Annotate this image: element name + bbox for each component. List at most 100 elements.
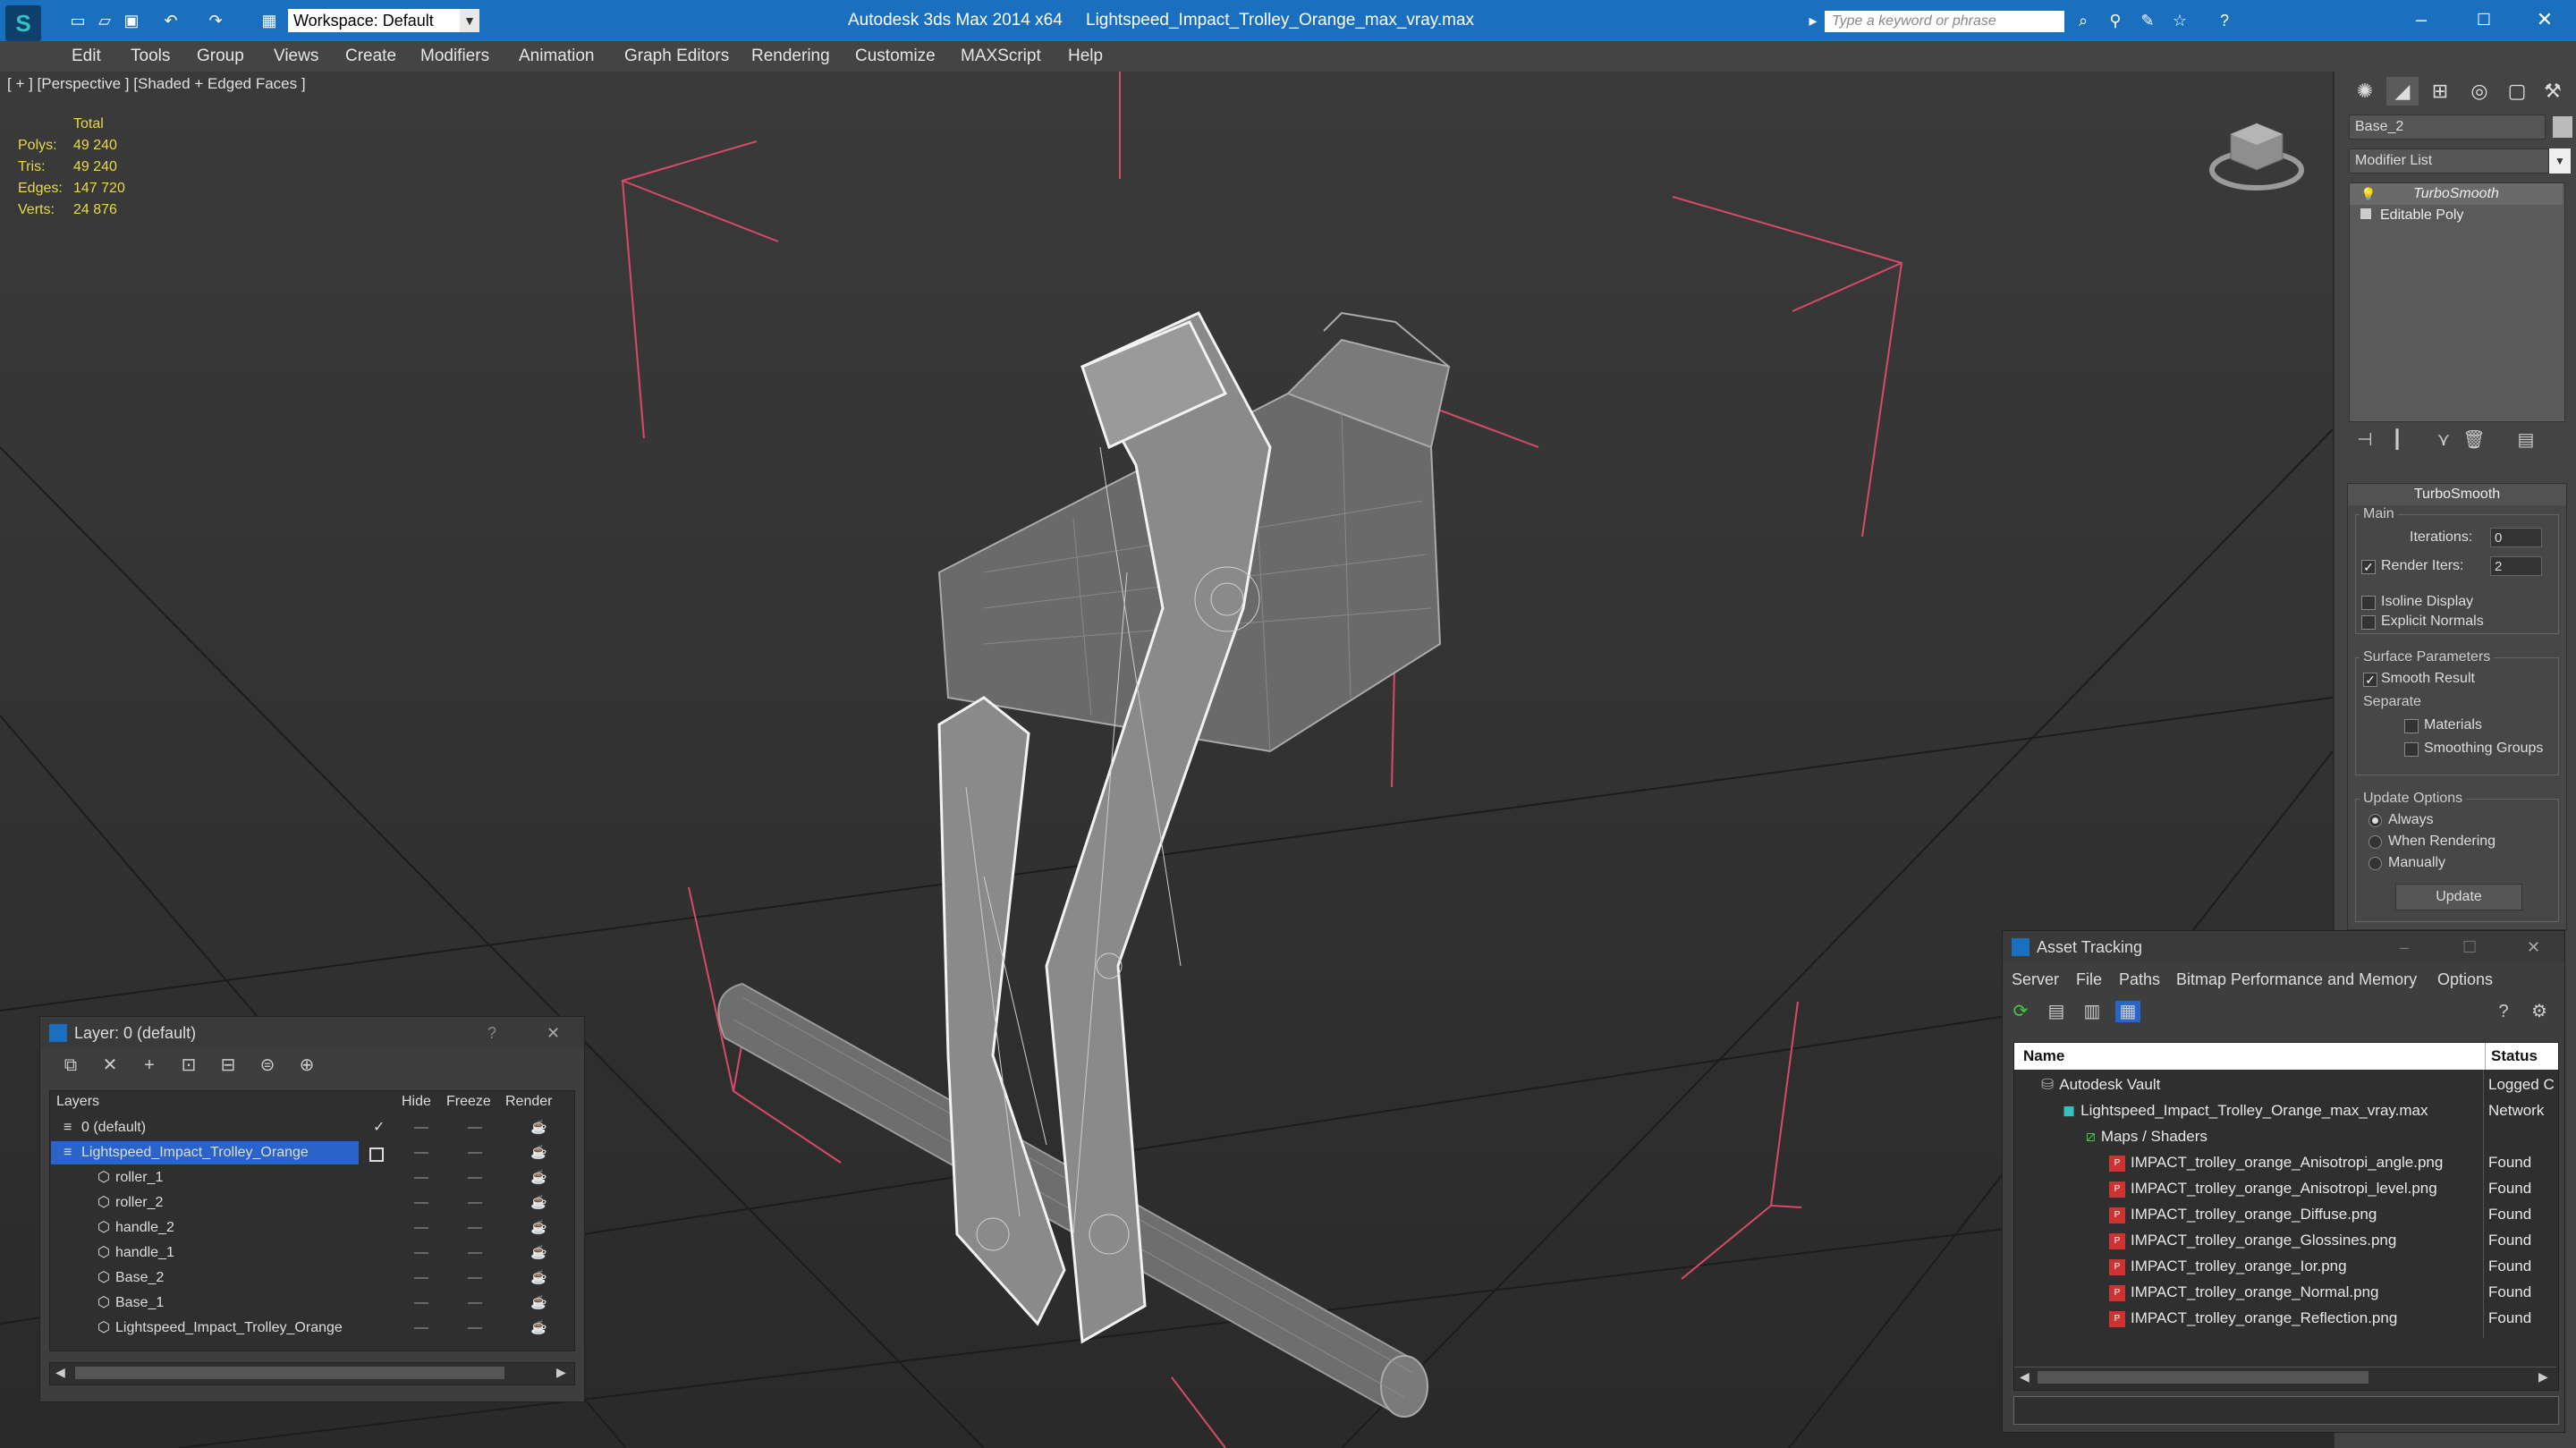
hide-column-header[interactable]: Hide [402, 1090, 431, 1114]
name-column-header[interactable]: Name [2023, 1043, 2064, 1070]
maximize-icon[interactable]: ☐ [2462, 931, 2477, 963]
menu-server[interactable]: Server [2012, 967, 2059, 992]
menu-rendering[interactable]: Rendering [751, 41, 830, 72]
render-teapot-icon[interactable]: ☕ [530, 1190, 547, 1215]
render-column-header[interactable]: Render [505, 1090, 552, 1114]
table-row[interactable]: P IMPACT_trolley_orange_Ior.png Found [2014, 1253, 2558, 1279]
menu-options[interactable]: Options [2437, 967, 2493, 992]
create-tab-icon[interactable]: ✺ [2349, 77, 2381, 106]
motion-tab-icon[interactable]: ◎ [2463, 77, 2496, 106]
hide-toggle[interactable]: — [414, 1291, 428, 1316]
table-row[interactable]: ⛁ Autodesk Vault Logged C [2014, 1071, 2558, 1097]
hierarchy-tab-icon[interactable]: ⊞ [2424, 77, 2456, 106]
menu-maxscript[interactable]: MAXScript [961, 41, 1041, 72]
refresh-icon[interactable]: ⟳ [2008, 1001, 2033, 1022]
menu-tools[interactable]: Tools [131, 41, 170, 72]
light-bulb-icon[interactable]: 💡 [2360, 187, 2376, 202]
smoothing-groups-checkbox[interactable] [2404, 742, 2419, 757]
layer-row[interactable]: ⬡ Base_2 — — ☕ [51, 1266, 572, 1291]
scroll-right-icon[interactable]: ▶ [2538, 1369, 2548, 1384]
render-teapot-icon[interactable]: ☕ [530, 1241, 547, 1266]
layer-row[interactable]: ≡ 0 (default) ✓ — — ☕ [51, 1115, 572, 1140]
table-row[interactable]: P IMPACT_trolley_orange_Glossines.png Fou… [2014, 1227, 2558, 1253]
help-icon[interactable]: ? [2215, 11, 2234, 30]
render-teapot-icon[interactable]: ☕ [530, 1291, 547, 1316]
select-layer-objects-icon[interactable]: ⊡ [176, 1054, 201, 1076]
layers-column-header[interactable]: Layers [56, 1090, 99, 1114]
render-teapot-icon[interactable]: ☕ [530, 1215, 547, 1241]
menu-file[interactable]: File [2076, 967, 2102, 992]
freeze-toggle[interactable]: — [468, 1291, 482, 1316]
menu-views[interactable]: Views [274, 41, 318, 72]
configure-sets-icon[interactable]: ▤ [2513, 429, 2538, 451]
menu-modifiers[interactable]: Modifiers [420, 41, 489, 72]
modify-tab-icon[interactable]: ◢ [2386, 77, 2419, 106]
close-icon[interactable]: ✕ [547, 1017, 560, 1049]
scroll-left-icon[interactable]: ◀ [2020, 1369, 2029, 1384]
layer-row[interactable]: ⬡ Lightspeed_Impact_Trolley_Orange — — ☕ [51, 1316, 572, 1341]
show-end-result-icon[interactable]: ┃ [2385, 429, 2410, 451]
iterations-spinner[interactable]: 0 [2490, 528, 2542, 547]
manually-radio[interactable] [2368, 857, 2382, 870]
render-iters-checkbox[interactable]: ✓ [2361, 560, 2376, 574]
hide-toggle[interactable]: — [414, 1140, 428, 1165]
always-radio[interactable] [2368, 814, 2382, 827]
favorites-star-icon[interactable]: ☆ [2170, 11, 2190, 30]
binoculars-icon[interactable]: ⌕ [2073, 11, 2093, 30]
isoline-display-checkbox[interactable] [2361, 596, 2376, 610]
render-teapot-icon[interactable]: ☕ [530, 1140, 547, 1165]
menu-graph-editors[interactable]: Graph Editors [624, 41, 729, 72]
render-teapot-icon[interactable]: ☕ [530, 1316, 547, 1341]
new-file-icon[interactable]: ▭ [68, 11, 88, 30]
add-to-layer-icon[interactable]: + [137, 1054, 162, 1076]
horizontal-scrollbar[interactable]: ◀ ▶ [49, 1362, 575, 1385]
close-icon[interactable]: ✕ [2527, 931, 2540, 963]
menu-create[interactable]: Create [345, 41, 396, 72]
table-row[interactable]: P IMPACT_trolley_orange_Anisotropi_angle.… [2014, 1149, 2558, 1175]
when-rendering-radio[interactable] [2368, 835, 2382, 849]
set-current-icon[interactable] [369, 1147, 384, 1162]
menu-customize[interactable]: Customize [855, 41, 936, 72]
asset-path-field[interactable] [2013, 1396, 2559, 1425]
subscription-icon[interactable]: ⚲ [2106, 11, 2125, 30]
highlight-layer-icon[interactable]: ⊟ [216, 1054, 241, 1076]
pin-stack-icon[interactable]: ⊣ [2352, 429, 2377, 451]
utilities-tab-icon[interactable]: ⚒ [2537, 77, 2569, 106]
remove-modifier-icon[interactable]: 🗑 [2462, 429, 2487, 451]
menu-edit[interactable]: Edit [72, 41, 101, 72]
object-name-field[interactable]: Base_2 [2349, 114, 2546, 140]
minimize-button[interactable]: – [2390, 0, 2453, 41]
stack-item-turbosmooth[interactable]: TurboSmooth [2350, 183, 2563, 205]
hide-toggle[interactable]: — [414, 1316, 428, 1341]
freeze-toggle[interactable]: — [468, 1190, 482, 1215]
chevron-down-icon[interactable]: ▼ [460, 9, 479, 32]
explicit-normals-checkbox[interactable] [2361, 615, 2376, 630]
minimize-icon[interactable]: – [2400, 931, 2409, 963]
layer-row[interactable]: ⬡ roller_1 — — ☕ [51, 1165, 572, 1190]
hide-toggle[interactable]: — [414, 1266, 428, 1291]
modifier-list-dropdown[interactable]: Modifier List [2349, 148, 2549, 174]
communication-icon[interactable]: ✎ [2138, 11, 2157, 30]
layer-window-titlebar[interactable]: Layer: 0 (default) ? ✕ [40, 1017, 584, 1049]
stack-item-editable-poly[interactable]: Editable Poly [2350, 205, 2563, 226]
table-row[interactable]: P IMPACT_trolley_orange_Normal.png Found [2014, 1279, 2558, 1305]
make-unique-icon[interactable]: ⋎ [2431, 429, 2456, 451]
render-iters-spinner[interactable]: 2 [2490, 556, 2542, 576]
help-icon[interactable]: ? [2491, 1001, 2516, 1022]
expand-toggle-icon[interactable] [2360, 208, 2371, 219]
chevron-down-icon[interactable]: ▼ [2549, 148, 2571, 174]
freeze-toggle[interactable]: — [468, 1140, 482, 1165]
update-button[interactable]: Update [2395, 884, 2522, 910]
layer-row[interactable]: ≡ Lightspeed_Impact_Trolley_Orange — — ☕ [51, 1140, 572, 1165]
options-icon[interactable]: ⚙ [2527, 1001, 2552, 1022]
close-button[interactable]: ✕ [2513, 0, 2576, 41]
object-color-swatch[interactable] [2553, 116, 2572, 138]
render-teapot-icon[interactable]: ☕ [530, 1115, 547, 1140]
freeze-toggle[interactable]: — [468, 1115, 482, 1140]
maximize-button[interactable]: ☐ [2453, 0, 2515, 41]
search-input[interactable]: Type a keyword or phrase [1825, 11, 2064, 32]
table-row[interactable]: P IMPACT_trolley_orange_Diffuse.png Found [2014, 1201, 2558, 1227]
redo-icon[interactable]: ↷ [206, 11, 225, 30]
materials-checkbox[interactable] [2404, 719, 2419, 733]
menu-animation[interactable]: Animation [519, 41, 595, 72]
